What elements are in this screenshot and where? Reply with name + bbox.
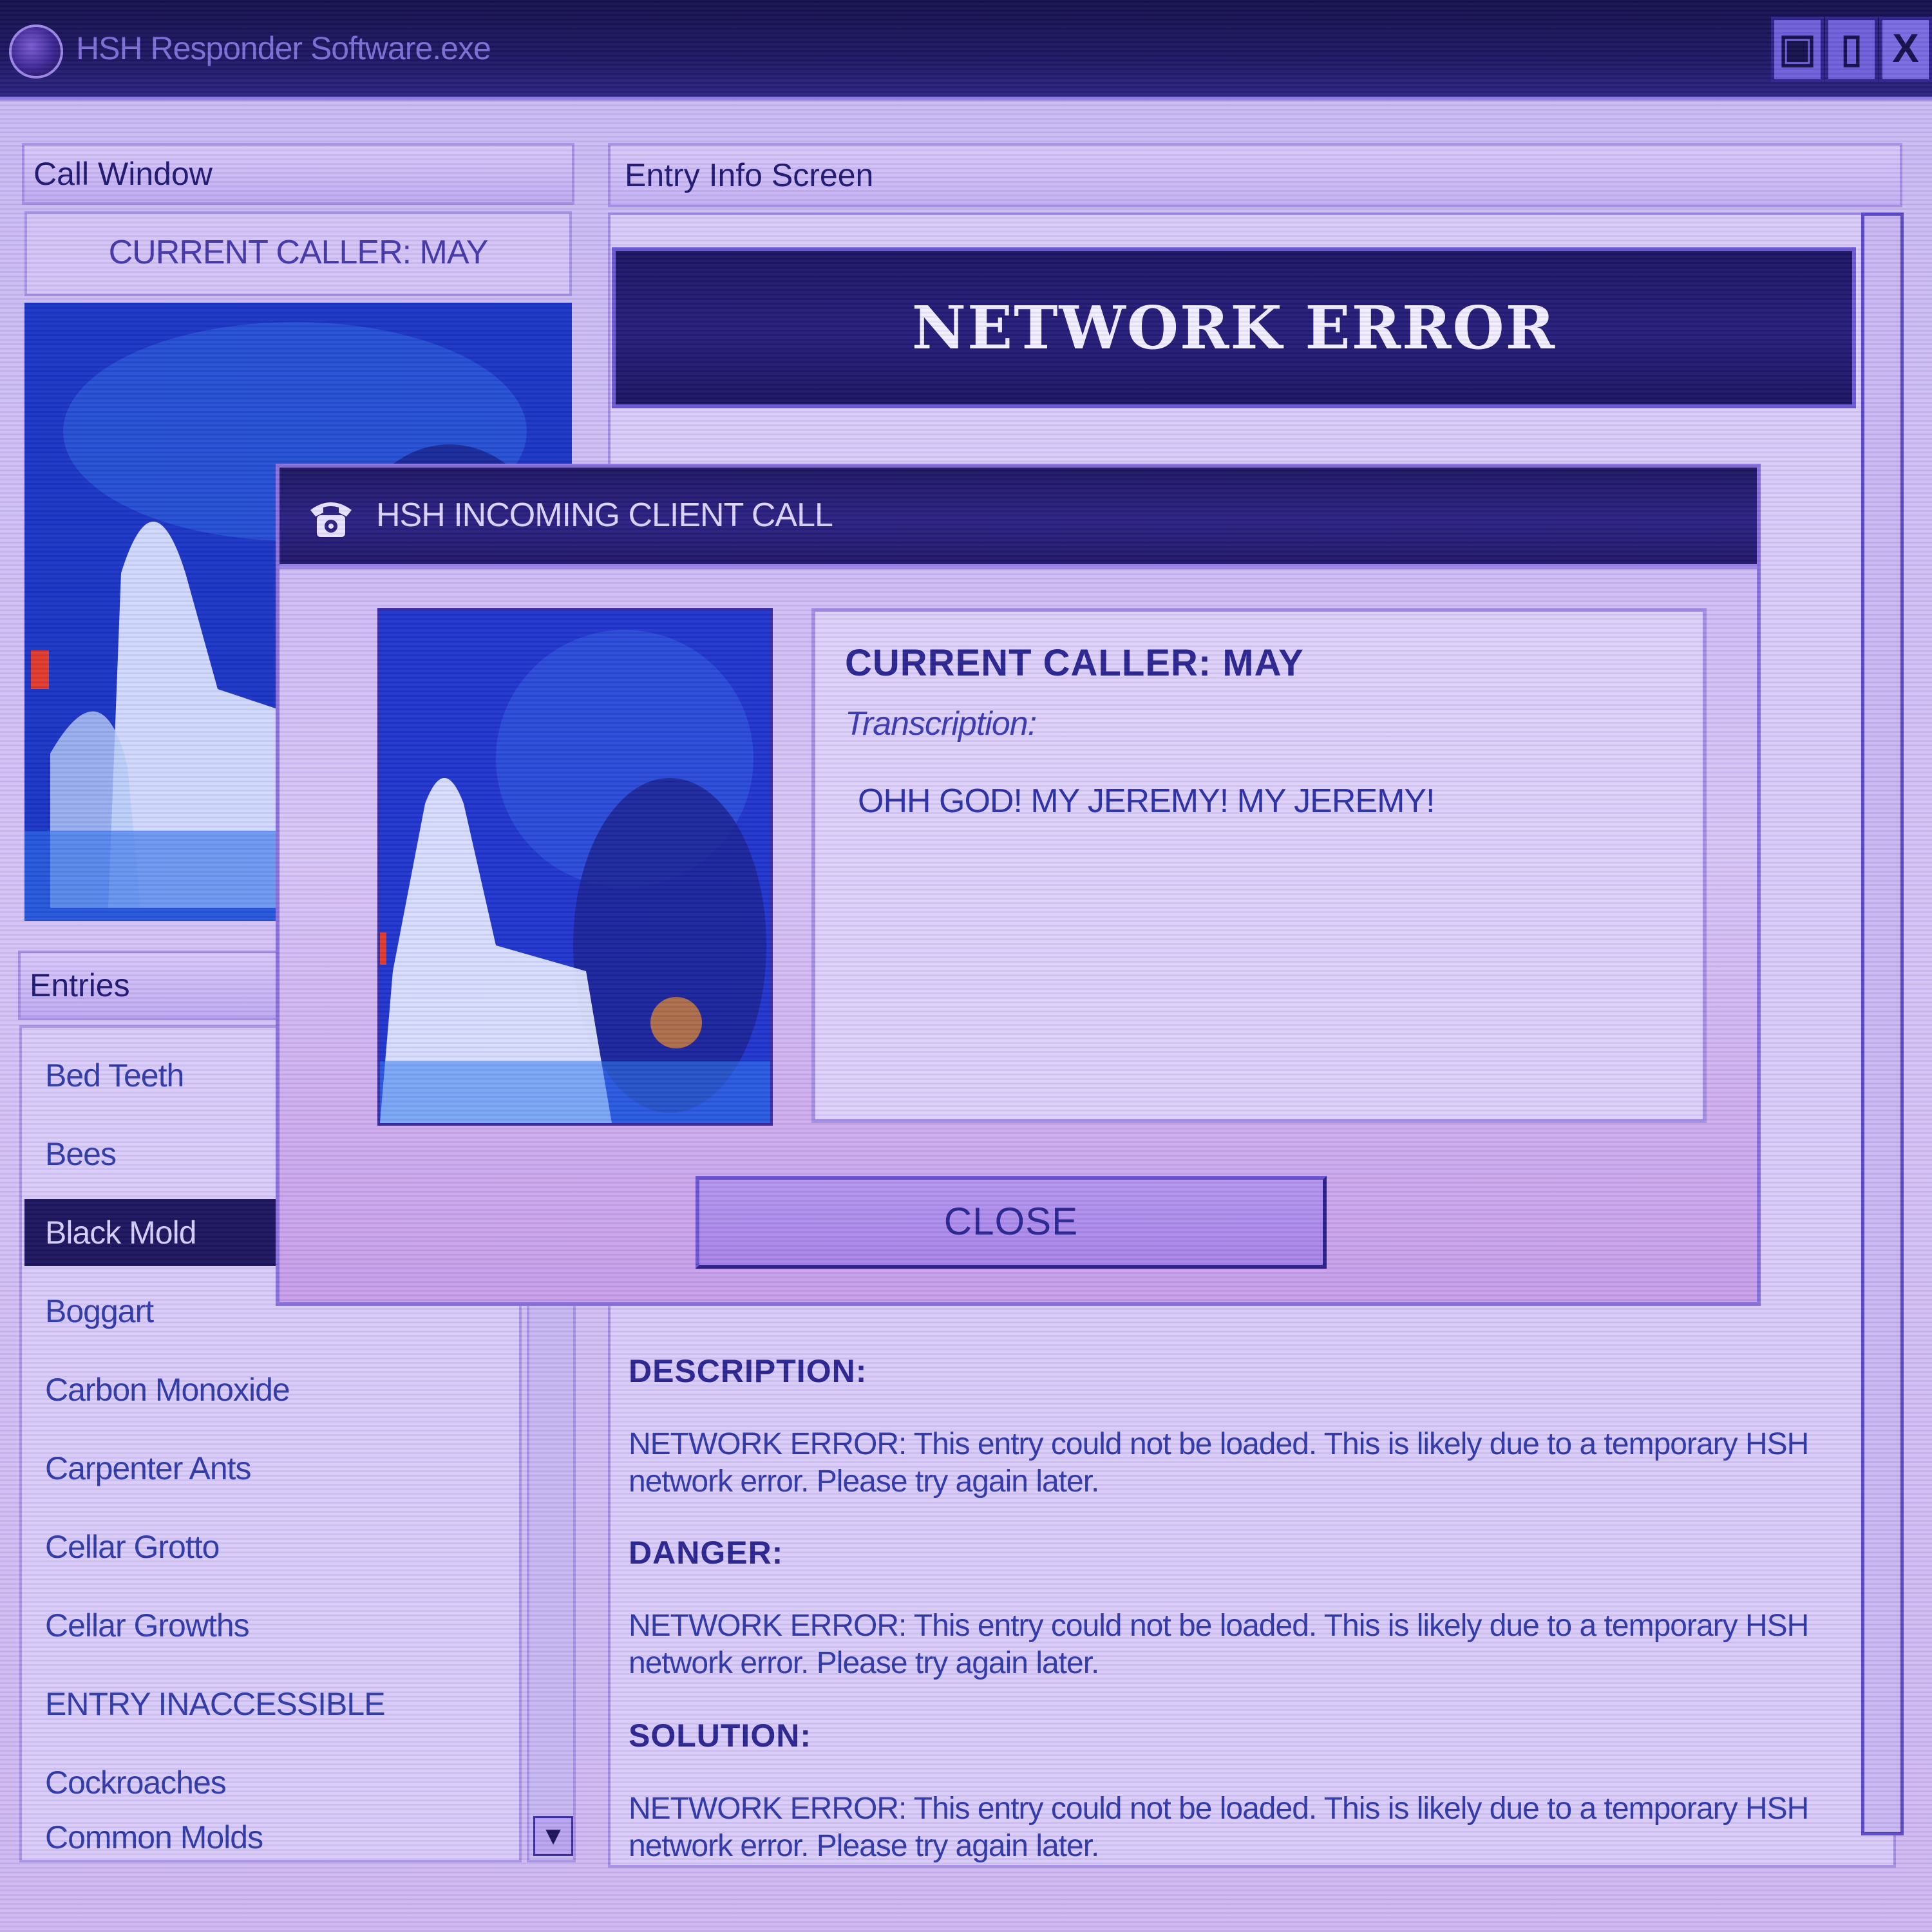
transcription-label: Transcription: [845, 705, 1037, 743]
entry-title-banner: NETWORK ERROR [612, 247, 1856, 408]
window-title: HSH Responder Software.exe [76, 30, 491, 66]
entry-info-header: Entry Info Screen [608, 143, 1902, 207]
scroll-down-arrow-icon[interactable]: ▼ [533, 1816, 573, 1856]
transcript-text: OHH GOD! MY JEREMY! MY JEREMY! [858, 782, 1435, 820]
caller-portrait [377, 608, 773, 1126]
danger-heading: DANGER: [629, 1535, 784, 1571]
solution-body: NETWORK ERROR: This entry could not be l… [629, 1792, 1809, 1863]
maximize-button[interactable]: ▯ [1825, 17, 1878, 82]
entry-item-cellar-growths[interactable]: Cellar Growths [24, 1592, 519, 1659]
incoming-call-dialog: HSH INCOMING CLIENT CALL CURRENT CALLER:… [276, 464, 1761, 1306]
window-titlebar[interactable]: HSH Responder Software.exe ▣ ▯ X [0, 0, 1932, 100]
entry-item-cellar-grotto[interactable]: Cellar Grotto [24, 1513, 519, 1580]
app-logo-icon [9, 24, 63, 79]
entry-item-inaccessible[interactable]: ENTRY INACCESSIBLE [24, 1671, 519, 1738]
close-dialog-button[interactable]: CLOSE [696, 1176, 1327, 1269]
entry-item-carpenter-ants[interactable]: Carpenter Ants [24, 1435, 519, 1502]
entry-info-scrollbar[interactable] [1861, 213, 1904, 1835]
description-heading: DESCRIPTION: [629, 1353, 867, 1389]
dialog-titlebar[interactable]: HSH INCOMING CLIENT CALL [279, 468, 1757, 569]
phone-icon [310, 502, 352, 537]
danger-body: NETWORK ERROR: This entry could not be l… [629, 1609, 1809, 1680]
app-window: HSH Responder Software.exe ▣ ▯ X Call Wi… [0, 0, 1932, 1932]
description-body: NETWORK ERROR: This entry could not be l… [629, 1427, 1809, 1499]
caller-portrait-image [380, 611, 770, 1123]
close-window-button[interactable]: X [1879, 17, 1932, 82]
dialog-title: HSH INCOMING CLIENT CALL [376, 497, 833, 534]
entry-item-common-molds[interactable]: Common Molds [24, 1815, 519, 1860]
entry-item-cockroaches[interactable]: Cockroaches [24, 1749, 519, 1816]
current-caller-label: CURRENT CALLER: MAY [24, 211, 572, 296]
minimize-button[interactable]: ▣ [1771, 17, 1824, 82]
solution-heading: SOLUTION: [629, 1718, 811, 1754]
transcript-panel: CURRENT CALLER: MAY Transcription: OHH G… [811, 608, 1707, 1123]
dialog-caller-name: CURRENT CALLER: MAY [845, 642, 1304, 684]
entry-item-carbon-monoxide[interactable]: Carbon Monoxide [24, 1356, 519, 1423]
call-window-header: Call Window [22, 143, 574, 205]
